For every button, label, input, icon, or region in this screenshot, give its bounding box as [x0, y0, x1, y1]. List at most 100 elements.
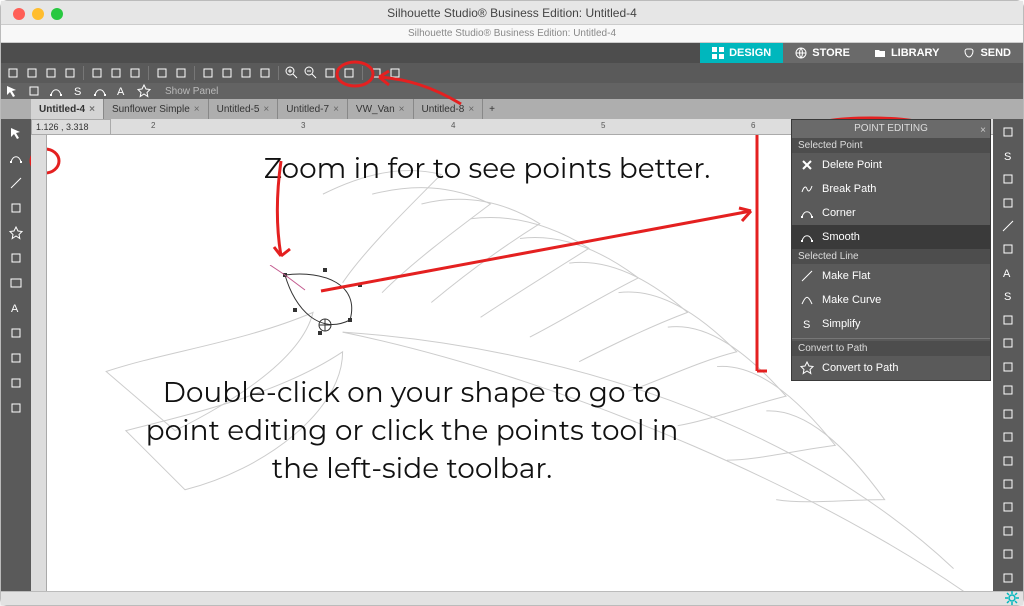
- pan-icon[interactable]: [368, 65, 384, 81]
- modify-icon[interactable]: [998, 381, 1018, 399]
- convert-path-icon: [800, 361, 814, 375]
- path-pen-icon[interactable]: [27, 84, 41, 98]
- doc-tab[interactable]: Untitled-8×: [414, 99, 484, 119]
- paste-icon[interactable]: [127, 65, 143, 81]
- print-icon[interactable]: [62, 65, 78, 81]
- maximize-icon[interactable]: [51, 8, 63, 20]
- zoom-out-icon[interactable]: [303, 65, 319, 81]
- doc-tab[interactable]: Untitled-5×: [209, 99, 279, 119]
- line-tool-icon[interactable]: [6, 173, 26, 193]
- tab-close-icon[interactable]: ×: [399, 104, 405, 115]
- object-align-icon[interactable]: [998, 311, 1018, 329]
- tab-close-icon[interactable]: ×: [194, 104, 200, 115]
- pencil-icon[interactable]: [6, 248, 26, 268]
- tab-close-icon[interactable]: ×: [263, 104, 269, 115]
- line-option-item[interactable]: SSimplify: [792, 312, 990, 336]
- section-selected-point: Selected Point: [792, 138, 990, 153]
- doc-tab[interactable]: Untitled-4×: [31, 99, 104, 119]
- fill-bucket-icon[interactable]: [6, 373, 26, 393]
- nesting-icon[interactable]: [998, 428, 1018, 446]
- replicate-icon[interactable]: [998, 358, 1018, 376]
- undo-icon[interactable]: [154, 65, 170, 81]
- fit-page-icon[interactable]: [341, 65, 357, 81]
- layers-icon[interactable]: S: [998, 287, 1018, 305]
- ungroup-icon[interactable]: [257, 65, 273, 81]
- grid-settings-icon[interactable]: S: [998, 146, 1018, 164]
- rect-tool-icon[interactable]: [6, 273, 26, 293]
- sticker-icon[interactable]: [998, 522, 1018, 540]
- media-layout-icon[interactable]: [998, 451, 1018, 469]
- doc-tab[interactable]: Untitled-7 ×: [278, 99, 348, 119]
- zoom-selection-icon[interactable]: [322, 65, 338, 81]
- tab-add-icon[interactable]: +: [483, 99, 501, 119]
- tab-store[interactable]: STORE: [783, 43, 862, 63]
- point-option-item[interactable]: Break Path: [792, 177, 990, 201]
- doc-tab[interactable]: Sunflower Simple×: [104, 99, 209, 119]
- deselect-icon[interactable]: [219, 65, 235, 81]
- blend-icon[interactable]: [998, 569, 1018, 587]
- eyedropper-icon[interactable]: [6, 398, 26, 418]
- knife-icon[interactable]: [6, 348, 26, 368]
- grid-icon[interactable]: [387, 65, 403, 81]
- panel-close-icon[interactable]: ×: [980, 122, 986, 140]
- svg-text:S: S: [803, 319, 810, 331]
- scissors-icon[interactable]: S: [71, 84, 85, 98]
- page-setup-icon[interactable]: [998, 123, 1018, 141]
- line-option-item[interactable]: Make Curve: [792, 288, 990, 312]
- edit-points-icon[interactable]: [6, 148, 26, 168]
- doc-tab[interactable]: VW_Van ×: [348, 99, 414, 119]
- select-arrow-icon[interactable]: [6, 123, 26, 143]
- letter-s-icon[interactable]: A: [115, 84, 129, 98]
- window-controls[interactable]: [13, 8, 63, 20]
- offset-icon[interactable]: [998, 404, 1018, 422]
- doc-tab-label: VW_Van: [356, 104, 395, 115]
- eraser-icon[interactable]: [6, 323, 26, 343]
- tab-send[interactable]: SEND: [951, 43, 1023, 63]
- trace-icon[interactable]: [998, 240, 1018, 258]
- cut-icon[interactable]: [89, 65, 105, 81]
- new-file-icon[interactable]: [5, 65, 21, 81]
- open-icon[interactable]: [24, 65, 40, 81]
- star-shape-icon[interactable]: [6, 223, 26, 243]
- minimize-icon[interactable]: [32, 8, 44, 20]
- point-option-item[interactable]: Smooth: [792, 225, 990, 249]
- svg-text:S: S: [1004, 151, 1011, 163]
- bluetooth-icon[interactable]: [998, 475, 1018, 493]
- pixscan-icon[interactable]: [998, 170, 1018, 188]
- convert-option-item[interactable]: Convert to Path: [792, 356, 990, 380]
- tab-close-icon[interactable]: ×: [333, 104, 339, 115]
- line-option-item[interactable]: Make Flat: [792, 264, 990, 288]
- path-curve-icon[interactable]: [49, 84, 63, 98]
- save-icon[interactable]: [43, 65, 59, 81]
- puzzle-icon[interactable]: [998, 545, 1018, 563]
- zoom-in-icon[interactable]: [284, 65, 300, 81]
- redo-icon[interactable]: [173, 65, 189, 81]
- close-icon[interactable]: [13, 8, 25, 20]
- tab-library[interactable]: LIBRARY: [862, 43, 951, 63]
- line-style-icon[interactable]: [998, 217, 1018, 235]
- star-outline-icon[interactable]: [137, 84, 151, 98]
- point-option-item[interactable]: Delete Point: [792, 153, 990, 177]
- tab-close-icon[interactable]: ×: [468, 104, 474, 115]
- settings-gear-icon[interactable]: [1005, 591, 1019, 605]
- warp-icon[interactable]: [998, 498, 1018, 516]
- text-tool-icon[interactable]: A: [6, 298, 26, 318]
- freehand-icon[interactable]: [6, 198, 26, 218]
- transform-icon[interactable]: [998, 334, 1018, 352]
- smooth-icon: [800, 230, 814, 244]
- cursor-mode-icon[interactable]: [5, 84, 19, 98]
- text-style-icon[interactable]: A: [998, 264, 1018, 282]
- point-editing-panel[interactable]: POINT EDITING × Selected Point Delete Po…: [791, 119, 991, 381]
- show-panel-label[interactable]: Show Panel: [165, 86, 218, 97]
- copy-icon[interactable]: [108, 65, 124, 81]
- fill-panel-icon[interactable]: [998, 193, 1018, 211]
- tab-design[interactable]: DESIGN: [700, 43, 783, 63]
- doc-tab-label: Untitled-7: [286, 104, 329, 115]
- select-all-icon[interactable]: [200, 65, 216, 81]
- tab-close-icon[interactable]: ×: [89, 104, 95, 115]
- page-nav-icon[interactable]: [5, 575, 23, 589]
- pencil-smooth-icon[interactable]: [93, 84, 107, 98]
- selected-point-detail[interactable]: [265, 265, 385, 365]
- point-option-item[interactable]: Corner: [792, 201, 990, 225]
- group-icon[interactable]: [238, 65, 254, 81]
